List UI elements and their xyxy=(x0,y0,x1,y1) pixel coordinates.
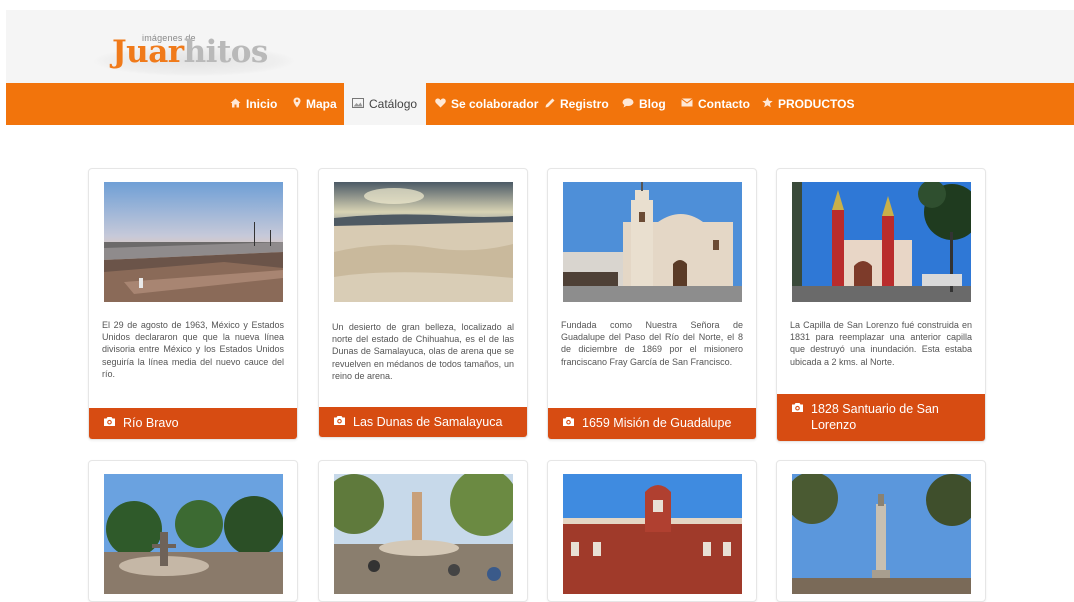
card-description: Fundada como Nuestra Señora de Guadalupe… xyxy=(561,320,743,367)
card-photo-parque[interactable] xyxy=(334,474,513,594)
nav-item-catalogo[interactable]: Catálogo xyxy=(344,83,427,125)
card-photo-rio-bravo[interactable] xyxy=(104,182,283,302)
nav-label: Mapa xyxy=(306,97,337,111)
card-description: Un desierto de gran belleza, localizado … xyxy=(332,322,514,381)
nav-item-mapa[interactable]: Mapa xyxy=(293,83,337,125)
catalog-card[interactable] xyxy=(776,460,986,602)
card-photo-monumento[interactable] xyxy=(792,474,971,594)
card-title: Las Dunas de Samalayuca xyxy=(353,415,503,429)
site-header: imágenes de Juarhitos xyxy=(6,10,1074,83)
star-icon xyxy=(762,97,773,111)
nav-item-productos[interactable]: PRODUCTOS xyxy=(762,83,854,125)
home-icon xyxy=(230,98,241,111)
nav-item-contacto[interactable]: Contacto xyxy=(681,83,750,125)
nav-item-blog[interactable]: Blog xyxy=(622,83,666,125)
card-title: Río Bravo xyxy=(123,416,179,430)
camera-icon xyxy=(334,416,345,425)
catalog-card[interactable]: El 29 de agosto de 1963, México y Estado… xyxy=(88,168,298,440)
card-photo-estacion[interactable] xyxy=(563,474,742,594)
nav-label: Catálogo xyxy=(369,97,418,111)
catalog-card[interactable] xyxy=(547,460,757,602)
nav-label: Blog xyxy=(639,97,666,111)
card-title: 1659 Misión de Guadalupe xyxy=(582,416,732,430)
logo-word-gray: hitos xyxy=(183,34,269,70)
card-title: 1828 Santuario de San Lorenzo xyxy=(811,402,939,432)
pencil-icon xyxy=(545,98,555,111)
chat-bubble-icon xyxy=(622,97,634,111)
card-description: El 29 de agosto de 1963, México y Estado… xyxy=(102,320,284,379)
logo-word-orange: Juar xyxy=(112,34,184,70)
catalog-card[interactable]: La Capilla de San Lorenzo fué construida… xyxy=(776,168,986,442)
catalog-card[interactable] xyxy=(318,460,528,602)
nav-label: Contacto xyxy=(698,97,750,111)
card-title-bar[interactable]: Río Bravo xyxy=(89,408,297,439)
camera-icon xyxy=(563,417,574,426)
card-title-bar[interactable]: Las Dunas de Samalayuca xyxy=(319,407,527,437)
picture-icon xyxy=(352,97,364,111)
card-title-bar[interactable]: 1659 Misión de Guadalupe xyxy=(548,408,756,439)
nav-label: Registro xyxy=(560,97,609,111)
card-description: La Capilla de San Lorenzo fué construida… xyxy=(790,320,972,367)
catalog-card[interactable] xyxy=(88,460,298,602)
camera-icon xyxy=(104,417,115,426)
card-title-bar[interactable]: 1828 Santuario de San Lorenzo xyxy=(777,394,985,441)
card-photo-santuario-san-lorenzo[interactable] xyxy=(792,182,971,302)
envelope-icon xyxy=(681,98,693,110)
camera-icon xyxy=(792,403,803,412)
nav-label: PRODUCTOS xyxy=(778,97,855,111)
card-photo-plaza[interactable] xyxy=(104,474,283,594)
catalog-card[interactable]: Fundada como Nuestra Señora de Guadalupe… xyxy=(547,168,757,440)
nav-label: Inicio xyxy=(246,97,278,111)
heart-icon xyxy=(435,98,446,111)
nav-item-inicio[interactable]: Inicio xyxy=(230,83,277,125)
nav-item-registro[interactable]: Registro xyxy=(545,83,609,125)
logo-wordmark: Juarhitos xyxy=(112,37,268,68)
card-photo-dunas-samalayuca[interactable] xyxy=(334,182,513,302)
nav-item-se-colaborador[interactable]: Se colaborador xyxy=(435,83,538,125)
main-nav: Inicio Mapa Catálogo Se colaborador Regi… xyxy=(6,83,1074,125)
map-marker-icon xyxy=(293,97,301,111)
nav-label: Se colaborador xyxy=(451,97,539,111)
site-logo[interactable]: imágenes de Juarhitos xyxy=(94,26,304,78)
catalog-card[interactable]: Un desierto de gran belleza, localizado … xyxy=(318,168,528,438)
card-photo-mision-guadalupe[interactable] xyxy=(563,182,742,302)
